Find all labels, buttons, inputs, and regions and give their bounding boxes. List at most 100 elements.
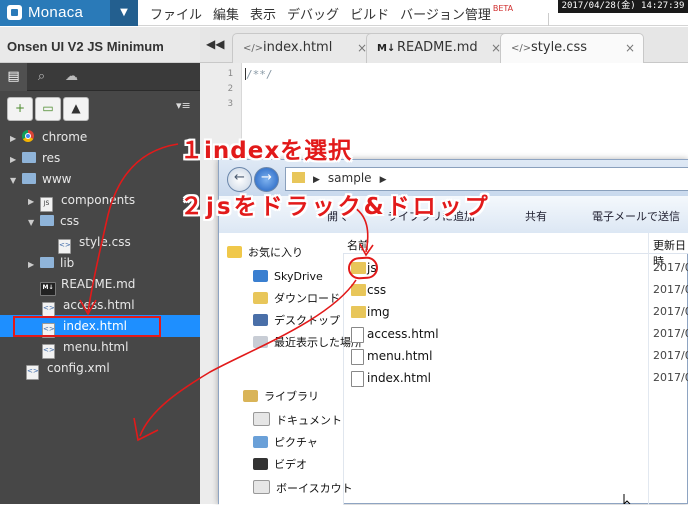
file-date: 2017/0	[653, 349, 688, 362]
js-file-icon: JS	[40, 197, 53, 212]
tree-item-access-html[interactable]: <> access.html	[42, 295, 135, 317]
folder-icon	[40, 257, 54, 268]
code-icon: </>	[243, 43, 264, 54]
file-row[interactable]: img 2017/0	[343, 301, 688, 323]
menu-version-control-label: バージョン管理	[400, 7, 491, 23]
file-row[interactable]: menu.html 2017/0	[343, 345, 688, 367]
markdown-icon: M↓	[377, 43, 396, 54]
code-file-icon: <>	[26, 365, 39, 380]
new-file-icon[interactable]: +	[7, 97, 33, 121]
nav-skydrive[interactable]: SkyDrive	[253, 267, 323, 287]
tree-item-label: menu.html	[63, 340, 129, 354]
html-file-icon	[351, 327, 364, 343]
nav-favorites[interactable]: お気に入り	[227, 243, 303, 263]
nav-label: ダウンロード	[274, 292, 340, 305]
skydrive-icon	[253, 270, 268, 282]
topbar-right-area	[548, 13, 688, 26]
selection-highlight-box	[13, 316, 161, 337]
line-number: 1	[227, 69, 233, 79]
monaca-logo-icon	[7, 5, 22, 20]
tab-index-html[interactable]: </>index.html ×	[232, 33, 376, 64]
chevron-down-icon: ▼	[28, 218, 35, 227]
tree-item-style-css[interactable]: <> style.css	[58, 232, 131, 254]
collapse-sidebar-icon[interactable]: ◀◀	[206, 37, 224, 51]
nav-boyscout[interactable]: ボーイスカウト	[253, 479, 353, 499]
nav-videos[interactable]: ビデオ	[253, 455, 307, 475]
file-name: index.html	[367, 371, 431, 385]
chevron-right-icon: ▶	[28, 260, 35, 269]
library-icon	[243, 390, 258, 402]
tree-item-menu-html[interactable]: <> menu.html	[42, 337, 129, 359]
chevron-right-icon: ▶	[10, 134, 17, 143]
nav-documents[interactable]: ドキュメント	[253, 411, 342, 431]
menu-build[interactable]: ビルド	[350, 4, 389, 23]
tree-item-css[interactable]: ▼ css	[28, 211, 79, 232]
file-date: 2017/0	[653, 305, 688, 318]
tab-readme-md[interactable]: M↓ README.md ×	[366, 33, 510, 64]
nav-label: ボーイスカウト	[276, 482, 353, 495]
cloud-icon[interactable]: ☁	[58, 63, 85, 91]
file-name: access.html	[367, 327, 439, 341]
share-button[interactable]: 共有	[525, 208, 547, 224]
file-row[interactable]: index.html 2017/0	[343, 367, 688, 389]
file-date: 2017/0	[653, 371, 688, 384]
line-number: 3	[227, 99, 233, 109]
sidebar-tabs: ▤ ⌕ ☁	[0, 63, 200, 91]
file-name: menu.html	[367, 349, 433, 363]
close-icon[interactable]: ×	[625, 34, 635, 62]
tree-item-chrome[interactable]: ▶ chrome	[10, 127, 87, 148]
folder-icon	[22, 173, 36, 184]
nav-label: ドキュメント	[276, 414, 342, 427]
file-name: css	[367, 283, 387, 297]
explorer-file-list: 名前 更新日時 js 2017/0 css 2017/0 img 2017/0 acc…	[343, 233, 688, 505]
tree-item-label: README.md	[61, 277, 136, 291]
file-date: 2017/0	[653, 283, 688, 296]
menu-edit[interactable]: 編集	[213, 4, 239, 23]
upload-icon[interactable]: ▲	[63, 97, 89, 121]
sidebar-menu-icon[interactable]: ▾≡	[176, 99, 191, 112]
brand-name: Monaca	[28, 4, 84, 21]
file-row[interactable]: css 2017/0	[343, 279, 688, 301]
menu-view[interactable]: 表示	[250, 4, 276, 23]
files-icon[interactable]: ▤	[0, 63, 27, 91]
monaca-logo[interactable]: Monaca	[0, 0, 110, 26]
nav-desktop[interactable]: デスクトップ	[253, 311, 340, 331]
file-row[interactable]: access.html 2017/0	[343, 323, 688, 345]
tab-label: style.css	[531, 40, 587, 55]
email-button[interactable]: 電子メールで送信	[592, 208, 680, 224]
file-date: 2017/0	[653, 327, 688, 340]
menu-debug[interactable]: デバッグ	[287, 4, 339, 23]
star-icon	[227, 246, 242, 258]
tree-item-label: lib	[60, 256, 75, 270]
html-file-icon	[351, 349, 364, 365]
chevron-right-icon: ▶	[28, 197, 35, 206]
folder-icon	[40, 215, 54, 226]
tab-style-css[interactable]: </>style.css ×	[500, 33, 644, 65]
nav-label: お気に入り	[248, 246, 303, 259]
code-line: /**/	[246, 68, 273, 81]
tree-item-res[interactable]: ▶ res	[10, 148, 60, 169]
tree-item-label: style.css	[79, 235, 131, 249]
file-name: img	[367, 305, 390, 319]
menu-file[interactable]: ファイル	[150, 4, 202, 23]
tree-item-www[interactable]: ▼ www	[10, 169, 71, 190]
file-row[interactable]: js 2017/0	[343, 257, 688, 279]
tree-item-label: res	[42, 151, 61, 165]
tree-item-components[interactable]: ▶ JS components	[28, 190, 135, 212]
menu-version-control[interactable]: バージョン管理 BETA	[400, 4, 513, 23]
nav-pictures[interactable]: ピクチャ	[253, 433, 318, 453]
tree-item-readme[interactable]: M↓ README.md	[40, 274, 136, 296]
search-icon[interactable]: ⌕	[28, 63, 55, 91]
column-name[interactable]: 名前	[347, 237, 369, 253]
new-folder-icon[interactable]: ▭	[35, 97, 61, 121]
documents-icon	[253, 480, 270, 494]
nav-label: ビデオ	[274, 458, 307, 471]
tree-item-config-xml[interactable]: <> config.xml	[26, 358, 110, 380]
videos-icon	[253, 458, 268, 470]
code-file-icon: <>	[42, 344, 55, 359]
tree-item-lib[interactable]: ▶ lib	[28, 253, 74, 274]
nav-libraries[interactable]: ライブラリ	[243, 387, 319, 407]
nav-downloads[interactable]: ダウンロード	[253, 289, 340, 309]
chevron-down-icon: ▼	[10, 176, 17, 185]
brand-dropdown-icon[interactable]: ▼	[110, 0, 138, 26]
